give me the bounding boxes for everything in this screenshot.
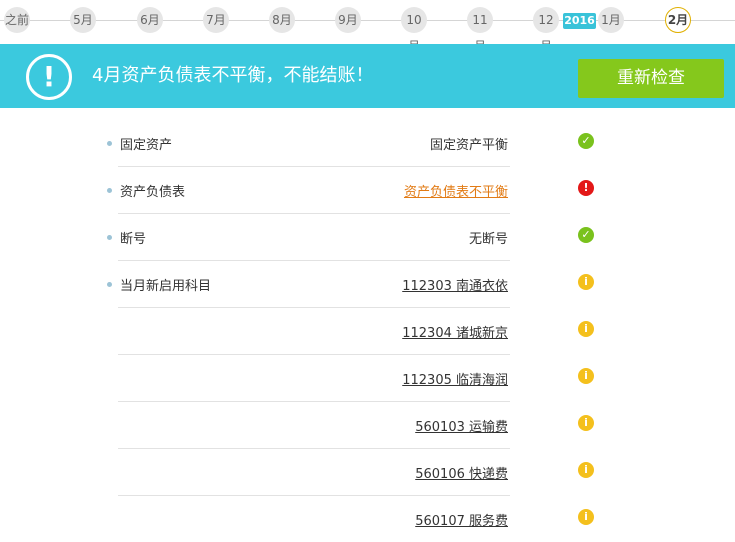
timeline-node-oct[interactable]: 10月	[401, 7, 427, 53]
check-label: 固定资产	[120, 138, 173, 153]
timeline-node-feb-current[interactable]: 2月	[665, 7, 691, 33]
alert-banner: ! 4月资产负债表不平衡，不能结账！ 重新检查	[0, 44, 735, 108]
month-timeline: 之前 5月 6月 7月 8月 9月 10月 11月 12月 2016 1月 2月	[0, 0, 735, 53]
check-info-icon: i	[578, 368, 594, 384]
timeline-node-aug[interactable]: 8月	[269, 7, 295, 33]
check-row-account: 560107 服务费	[118, 496, 510, 542]
account-link[interactable]: 112304 诸城新京	[402, 322, 508, 341]
exclamation-circle-icon: !	[26, 54, 72, 100]
account-link[interactable]: 560106 快递费	[415, 463, 508, 482]
check-value: 固定资产平衡	[429, 138, 508, 153]
timeline-node-nov[interactable]: 11月	[467, 7, 493, 53]
timeline-node-jun[interactable]: 6月	[137, 7, 163, 33]
check-label: 资产负债表	[120, 185, 186, 200]
timeline-node-jul[interactable]: 7月	[203, 7, 229, 33]
timeline-node-sep[interactable]: 9月	[335, 7, 361, 33]
check-row-number-gap: 断号 无断号	[107, 214, 510, 261]
year-badge: 2016	[563, 13, 596, 29]
timeline-node-may[interactable]: 5月	[70, 7, 96, 33]
account-link[interactable]: 560103 运输费	[415, 416, 508, 435]
account-link[interactable]: 112303 南通衣依	[402, 275, 508, 294]
bullet-icon	[107, 141, 112, 146]
check-ok-icon: ✓	[578, 227, 594, 243]
balance-sheet-error-link[interactable]: 资产负债表不平衡	[404, 181, 508, 200]
check-label: 断号	[120, 232, 147, 247]
check-value: 无断号	[468, 232, 508, 247]
account-link[interactable]: 560107 服务费	[415, 510, 508, 529]
alert-message: 4月资产负债表不平衡，不能结账！	[92, 65, 374, 86]
check-row-fixed-assets: 固定资产 固定资产平衡	[107, 120, 510, 167]
check-ok-icon: ✓	[578, 133, 594, 149]
check-row-new-accounts: 当月新启用科目 112303 南通衣依	[107, 261, 510, 308]
check-row-account: 560106 快递费	[118, 449, 510, 496]
check-info-icon: i	[578, 274, 594, 290]
timeline-node-before[interactable]: 之前	[4, 7, 30, 33]
bullet-icon	[107, 282, 112, 287]
bullet-icon	[107, 188, 112, 193]
timeline-node-jan[interactable]: 1月	[598, 7, 624, 33]
check-info-icon: i	[578, 415, 594, 431]
timeline-line	[0, 20, 735, 21]
timeline-node-dec[interactable]: 12月	[533, 7, 559, 53]
check-error-icon: !	[578, 180, 594, 196]
account-link[interactable]: 112305 临清海润	[402, 369, 508, 388]
bullet-icon	[107, 235, 112, 240]
check-row-account: 560103 运输费	[118, 402, 510, 449]
check-row-balance-sheet: 资产负债表 资产负债表不平衡	[107, 167, 510, 214]
check-info-icon: i	[578, 462, 594, 478]
check-info-icon: i	[578, 509, 594, 525]
recheck-button[interactable]: 重新检查	[578, 59, 724, 98]
check-info-icon: i	[578, 321, 594, 337]
check-row-account: 112304 诸城新京	[118, 308, 510, 355]
check-row-account: 112305 临清海润	[118, 355, 510, 402]
check-label: 当月新启用科目	[120, 279, 212, 294]
